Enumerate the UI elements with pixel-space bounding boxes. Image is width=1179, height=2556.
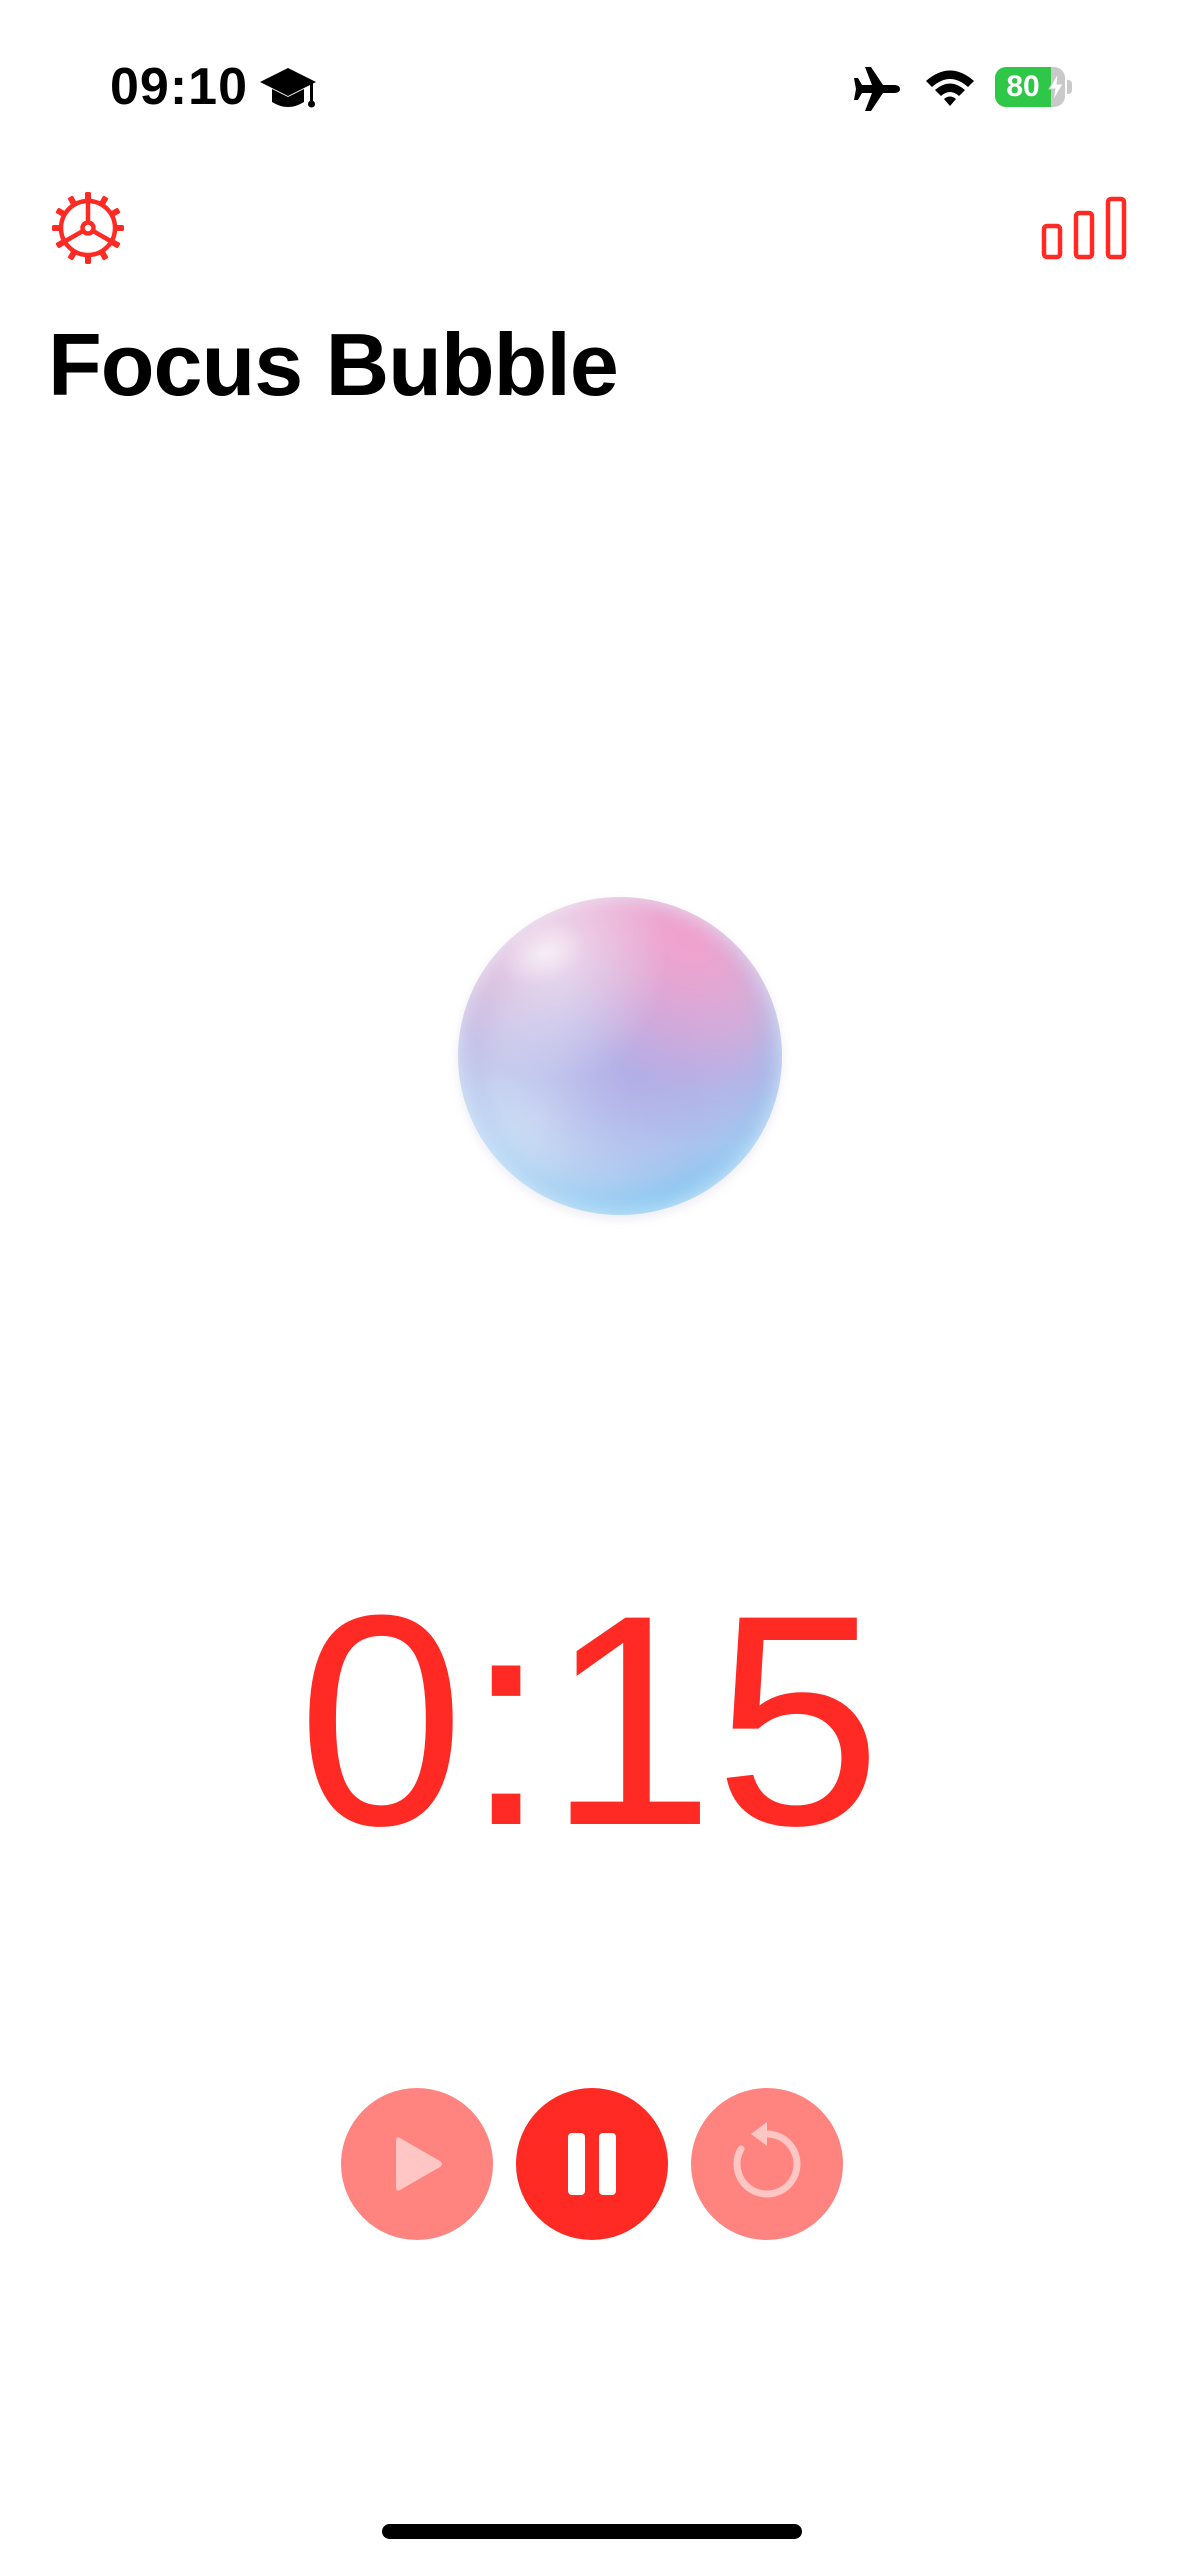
bar-chart-icon (1041, 196, 1127, 260)
bubble-sheen (489, 906, 597, 1000)
home-indicator (382, 2524, 802, 2539)
battery-level: 80 (1006, 70, 1040, 103)
play-icon (396, 2137, 442, 2191)
battery-body: 80 (995, 67, 1065, 107)
stats-button[interactable] (1036, 188, 1132, 268)
settings-button[interactable] (48, 188, 128, 268)
reset-icon (733, 2122, 801, 2198)
pause-button[interactable] (516, 2088, 668, 2240)
pause-icon (568, 2133, 616, 2195)
timer-display: 0:15 (297, 1552, 882, 1888)
graduation-cap-icon (260, 68, 316, 108)
charging-bolt-icon (1048, 73, 1064, 101)
battery-indicator: 80 (995, 67, 1072, 107)
reset-button[interactable] (691, 2088, 843, 2240)
gear-icon (52, 192, 124, 264)
wifi-icon (926, 70, 974, 106)
timer-controls (341, 2088, 843, 2240)
status-time: 09:10 (110, 58, 248, 116)
battery-tip (1067, 80, 1072, 94)
focus-bubble (458, 897, 782, 1215)
play-button[interactable] (341, 2088, 493, 2240)
airplane-icon (854, 67, 900, 111)
status-bar: 09:10 80 (0, 0, 1179, 170)
page-title: Focus Bubble (48, 315, 619, 414)
